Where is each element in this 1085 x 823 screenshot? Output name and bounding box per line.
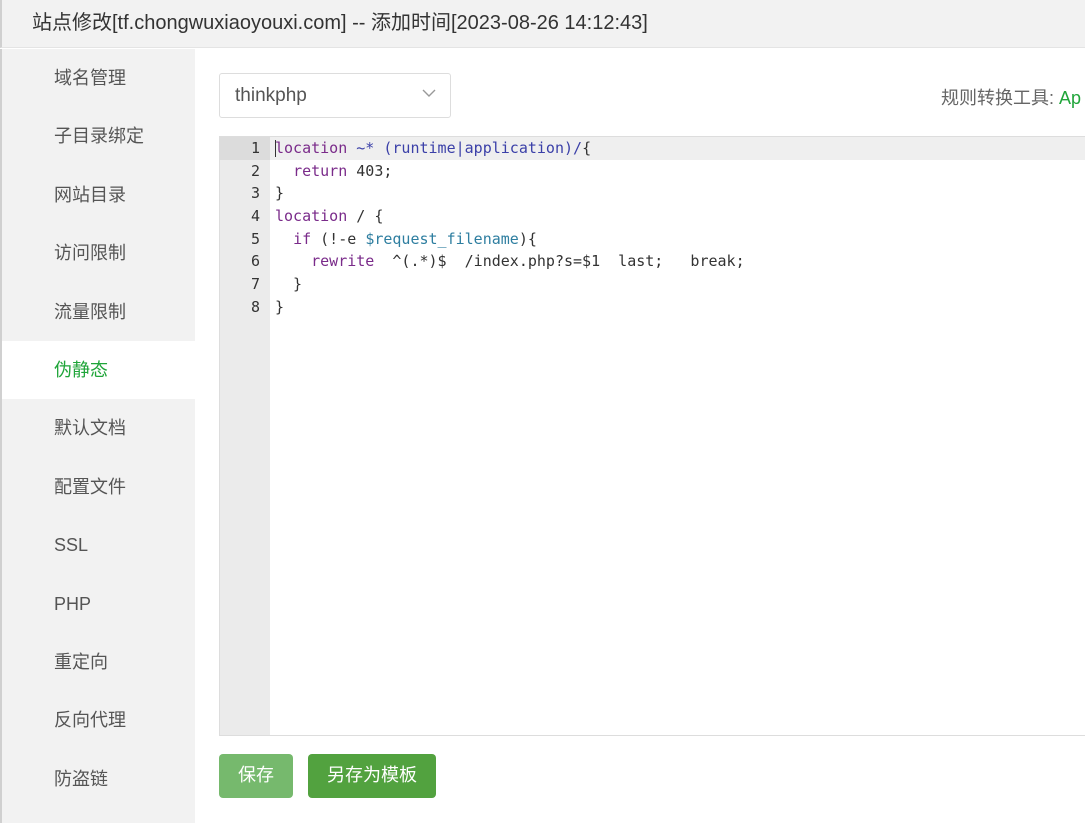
code-line[interactable]: } xyxy=(270,182,1085,205)
save-as-template-button[interactable]: 另存为模板 xyxy=(308,754,436,798)
line-number: 5 xyxy=(250,229,260,248)
line-number: 6 xyxy=(250,252,260,271)
sidebar-item-redirect[interactable]: 重定向 xyxy=(2,633,195,691)
code-line[interactable]: location / { xyxy=(270,205,1085,228)
code-line[interactable]: rewrite ^(.*)$ /index.php?s=$1 last; bre… xyxy=(270,250,1085,273)
line-number: 3 xyxy=(250,184,260,203)
line-number-gutter: 1 2 3 4 5 6 7 8 xyxy=(220,137,270,735)
window-title: 站点修改[tf.chongwuxiaoyouxi.com] -- 添加时间[20… xyxy=(32,12,648,34)
rule-converter-link[interactable]: Ap xyxy=(1059,88,1081,108)
line-number: 2 xyxy=(250,161,260,180)
sidebar-item-subdirectory[interactable]: 子目录绑定 xyxy=(2,107,195,165)
sidebar-item-hotlink-protection[interactable]: 防盗链 xyxy=(2,750,195,808)
code-area[interactable]: location ~* (runtime|application)/{ retu… xyxy=(270,137,1085,735)
rule-converter: 规则转换工具: Ap xyxy=(941,84,1081,110)
template-select-value: thinkphp xyxy=(235,85,307,106)
line-number: 8 xyxy=(250,297,260,316)
rule-converter-label: 规则转换工具: xyxy=(941,88,1055,108)
code-line[interactable]: if (!-e $request_filename){ xyxy=(270,228,1085,251)
template-select[interactable]: thinkphp xyxy=(219,73,451,118)
code-line[interactable]: } xyxy=(270,273,1085,296)
sidebar-item-php[interactable]: PHP xyxy=(2,575,195,633)
sidebar-item-rewrite[interactable]: 伪静态 xyxy=(2,340,195,400)
save-button[interactable]: 保存 xyxy=(219,754,293,798)
code-line[interactable]: return 403; xyxy=(270,160,1085,183)
code-line[interactable]: } xyxy=(270,296,1085,319)
sidebar-item-reverse-proxy[interactable]: 反向代理 xyxy=(2,691,195,749)
main-panel: thinkphp 规则转换工具: Ap 1 2 3 4 5 6 7 8 loca… xyxy=(195,49,1085,823)
sidebar-item-traffic-limit[interactable]: 流量限制 xyxy=(2,283,195,341)
line-number: 7 xyxy=(250,275,260,294)
line-number: 4 xyxy=(250,207,260,226)
line-number: 1 xyxy=(220,137,270,160)
sidebar-item-config-file[interactable]: 配置文件 xyxy=(2,458,195,516)
title-bar: 站点修改[tf.chongwuxiaoyouxi.com] -- 添加时间[20… xyxy=(0,0,1085,48)
code-line[interactable]: location ~* (runtime|application)/{ xyxy=(270,137,1085,160)
sidebar-item-default-doc[interactable]: 默认文档 xyxy=(2,399,195,457)
sidebar-item-domain[interactable]: 域名管理 xyxy=(2,49,195,107)
chevron-down-icon xyxy=(422,89,436,97)
sidebar-item-access-limit[interactable]: 访问限制 xyxy=(2,224,195,282)
code-editor[interactable]: 1 2 3 4 5 6 7 8 location ~* (runtime|app… xyxy=(219,136,1085,736)
sidebar-item-site-directory[interactable]: 网站目录 xyxy=(2,166,195,224)
sidebar-item-ssl[interactable]: SSL xyxy=(2,516,195,574)
sidebar: 域名管理 子目录绑定 网站目录 访问限制 流量限制 伪静态 默认文档 配置文件 … xyxy=(0,49,195,823)
